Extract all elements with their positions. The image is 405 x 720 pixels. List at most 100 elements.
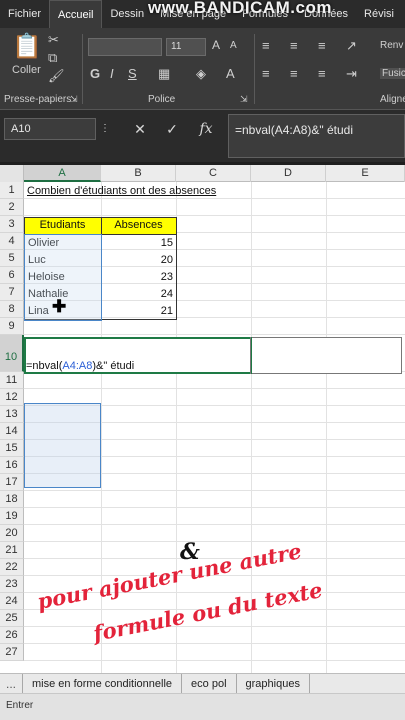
tab-fichier[interactable]: Fichier bbox=[0, 0, 49, 28]
column-header-c[interactable]: C bbox=[176, 165, 251, 182]
row-header[interactable]: 8 bbox=[0, 301, 24, 318]
absences-value-cell[interactable]: 23 bbox=[101, 269, 175, 286]
absences-value-cell[interactable]: 24 bbox=[101, 286, 175, 303]
ribbon-separator bbox=[82, 34, 83, 104]
clipboard-launcher-icon[interactable]: ⇲ bbox=[70, 94, 78, 105]
row-header[interactable]: 15 bbox=[0, 440, 24, 457]
row-header[interactable]: 13 bbox=[0, 406, 24, 423]
gridline-horizontal bbox=[24, 215, 405, 216]
tab-accueil[interactable]: Accueil bbox=[49, 0, 103, 28]
more-options-icon[interactable]: ⋮ bbox=[100, 118, 110, 140]
gridline-horizontal bbox=[24, 643, 405, 644]
edit-suffix: )&" étudi bbox=[92, 360, 135, 372]
cancel-button[interactable]: ✕ bbox=[128, 118, 152, 140]
indent-icon[interactable]: ⇥ bbox=[346, 66, 357, 82]
row-header[interactable]: 21 bbox=[0, 542, 24, 559]
absences-value-cell[interactable]: 21 bbox=[101, 303, 175, 320]
formula-bar: A10 ⋮ ✕ ✓ fx =nbval(A4:A8)&" étudi bbox=[0, 110, 405, 162]
name-box[interactable]: A10 bbox=[4, 118, 96, 140]
row-header[interactable]: 6 bbox=[0, 267, 24, 284]
row-header[interactable]: 1 bbox=[0, 182, 24, 199]
align-left-icon[interactable]: ≡ bbox=[262, 66, 270, 81]
paste-icon[interactable]: 📋 bbox=[12, 32, 42, 61]
status-mode: Entrer bbox=[6, 700, 34, 711]
copy-icon[interactable]: ⧉ bbox=[48, 50, 57, 66]
row-header[interactable]: 2 bbox=[0, 199, 24, 216]
format-painter-icon[interactable]: 🖌 bbox=[48, 68, 65, 84]
sheet-tab-graphiques[interactable]: graphiques bbox=[237, 673, 310, 694]
referenced-range-highlight bbox=[24, 403, 101, 488]
tab-dessin[interactable]: Dessin bbox=[102, 0, 152, 28]
fill-color-icon[interactable]: ◈ bbox=[196, 66, 206, 82]
column-header-b[interactable]: B bbox=[101, 165, 176, 182]
font-name-box[interactable] bbox=[88, 38, 162, 56]
insert-function-button[interactable]: fx bbox=[194, 118, 218, 140]
row-header[interactable]: 14 bbox=[0, 423, 24, 440]
column-header-bar: A B C D E bbox=[0, 165, 405, 182]
gridline-horizontal bbox=[24, 541, 405, 542]
align-top-icon[interactable]: ≡ bbox=[262, 38, 270, 53]
font-group-label: Police bbox=[148, 94, 176, 105]
row-header[interactable]: 4 bbox=[0, 233, 24, 250]
formula-input[interactable]: =nbval(A4:A8)&" étudi bbox=[228, 114, 405, 158]
cell-edit-text[interactable]: =nbval(A4:A8)&" étudi bbox=[24, 358, 136, 374]
font-color-icon[interactable]: A bbox=[226, 66, 235, 81]
sheet-tab-eco-pol[interactable]: eco pol bbox=[182, 673, 237, 694]
row-header[interactable]: 20 bbox=[0, 525, 24, 542]
ribbon: 📋 Coller ✂ ⧉ 🖌 Presse-papiers ⇲ 11 A A G… bbox=[0, 28, 405, 110]
row-header[interactable]: 22 bbox=[0, 559, 24, 576]
italic-button[interactable]: I bbox=[110, 66, 114, 81]
grow-font-icon[interactable]: A bbox=[212, 38, 220, 52]
font-size-box[interactable]: 11 bbox=[166, 38, 206, 56]
spreadsheet-grid[interactable]: A B C D E 1 2 3 4 5 6 7 8 9 10 11 12 13 14 15 16 17 18 19 2… bbox=[0, 165, 405, 673]
column-header-e[interactable]: E bbox=[326, 165, 405, 182]
sheet-title-cell[interactable]: Combien d'étudiants ont des absences bbox=[25, 183, 218, 200]
align-right-icon[interactable]: ≡ bbox=[318, 66, 326, 81]
row-header[interactable]: 23 bbox=[0, 576, 24, 593]
row-header[interactable]: 19 bbox=[0, 508, 24, 525]
font-launcher-icon[interactable]: ⇲ bbox=[240, 94, 248, 105]
row-header[interactable]: 10 bbox=[0, 335, 24, 372]
gridline-vertical bbox=[326, 182, 327, 673]
borders-icon[interactable]: ▦ bbox=[158, 66, 170, 82]
gridline-horizontal bbox=[24, 507, 405, 508]
merge-center-button[interactable]: Fusic bbox=[380, 68, 405, 79]
row-header[interactable]: 24 bbox=[0, 593, 24, 610]
row-header[interactable]: 12 bbox=[0, 389, 24, 406]
edit-prefix: =nbval( bbox=[26, 360, 63, 372]
ribbon-separator bbox=[254, 34, 255, 104]
column-header-d[interactable]: D bbox=[251, 165, 326, 182]
row-header[interactable]: 3 bbox=[0, 216, 24, 233]
row-header[interactable]: 27 bbox=[0, 644, 24, 661]
row-header[interactable]: 9 bbox=[0, 318, 24, 335]
align-bottom-icon[interactable]: ≡ bbox=[318, 38, 326, 53]
align-center-icon[interactable]: ≡ bbox=[290, 66, 298, 81]
absences-value-cell[interactable]: 15 bbox=[101, 235, 175, 252]
row-header[interactable]: 25 bbox=[0, 610, 24, 627]
confirm-button[interactable]: ✓ bbox=[160, 118, 184, 140]
row-header[interactable]: 11 bbox=[0, 372, 24, 389]
row-header[interactable]: 5 bbox=[0, 250, 24, 267]
column-header-a[interactable]: A bbox=[24, 165, 101, 182]
paste-label[interactable]: Coller bbox=[12, 64, 41, 76]
sheet-tab-bar: ... mise en forme conditionnelle eco pol… bbox=[0, 673, 405, 694]
orientation-icon[interactable]: ↗ bbox=[346, 38, 357, 54]
underline-button[interactable]: S bbox=[128, 66, 137, 81]
clipboard-group-label: Presse-papiers bbox=[4, 94, 72, 105]
sheet-tab-mise-en-forme[interactable]: mise en forme conditionnelle bbox=[23, 673, 183, 694]
row-header[interactable]: 26 bbox=[0, 627, 24, 644]
row-header[interactable]: 18 bbox=[0, 491, 24, 508]
absences-value-cell[interactable]: 20 bbox=[101, 252, 175, 269]
wrap-text-button[interactable]: Renv bbox=[380, 40, 403, 51]
row-header[interactable]: 17 bbox=[0, 474, 24, 491]
gridline-horizontal bbox=[24, 334, 405, 335]
shrink-font-icon[interactable]: A bbox=[230, 40, 237, 51]
row-header[interactable]: 16 bbox=[0, 457, 24, 474]
tab-revision[interactable]: Révisi bbox=[356, 0, 402, 28]
select-all-corner[interactable] bbox=[0, 165, 24, 182]
row-header[interactable]: 7 bbox=[0, 284, 24, 301]
bold-button[interactable]: G bbox=[90, 66, 100, 81]
align-middle-icon[interactable]: ≡ bbox=[290, 38, 298, 53]
cut-icon[interactable]: ✂ bbox=[48, 32, 59, 48]
more-sheets-button[interactable]: ... bbox=[0, 673, 24, 694]
